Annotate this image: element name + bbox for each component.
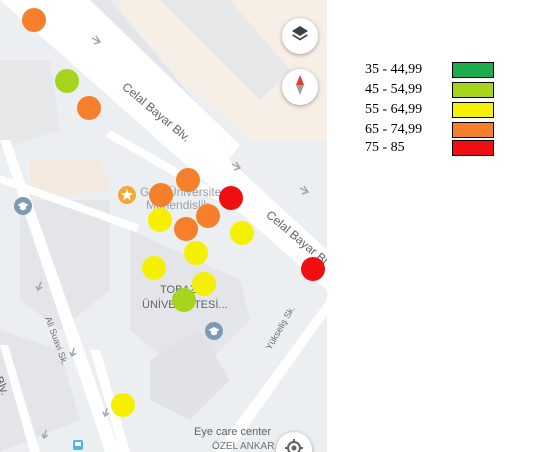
legend-row: 75 - 85 [365, 140, 505, 156]
legend-row: 55 - 64,99 [365, 102, 505, 118]
layers-button[interactable] [282, 18, 318, 54]
legend-label: 45 - 54,99 [365, 82, 423, 97]
legend-row: 35 - 44,99 [365, 62, 505, 78]
measurement-point[interactable] [77, 96, 101, 120]
legend-swatch [452, 122, 494, 138]
measurement-point[interactable] [301, 257, 325, 281]
bus-stop-icon [72, 438, 84, 452]
measurement-point[interactable] [142, 256, 166, 280]
legend-swatch [452, 62, 494, 78]
poi-eye-care-line2: ÖZEL ANKAR [212, 441, 275, 452]
legend-label: 35 - 44,99 [365, 62, 423, 77]
legend-swatch [452, 140, 494, 156]
star-icon [118, 186, 136, 209]
measurement-point[interactable] [192, 272, 216, 296]
measurement-point[interactable] [219, 186, 243, 210]
school-icon-campus [205, 322, 223, 345]
school-icon [14, 197, 32, 220]
legend-swatch [452, 102, 494, 118]
measurement-point[interactable] [111, 393, 135, 417]
poi-eye-care-line1: Eye care center [194, 426, 272, 438]
legend-label: 75 - 85 [365, 140, 405, 155]
compass-button[interactable] [282, 69, 318, 105]
measurement-point[interactable] [230, 221, 254, 245]
measurement-point[interactable] [174, 217, 198, 241]
measurement-point[interactable] [55, 69, 79, 93]
measurement-point[interactable] [22, 8, 46, 32]
legend-label: 65 - 74,99 [365, 122, 423, 137]
measurement-point[interactable] [196, 204, 220, 228]
legend-label: 55 - 64,99 [365, 102, 423, 117]
measurement-point[interactable] [184, 241, 208, 265]
legend-row: 65 - 74,99 [365, 122, 505, 138]
measurement-point[interactable] [149, 183, 173, 207]
measurement-point[interactable] [172, 288, 196, 312]
compass-icon [292, 74, 308, 101]
legend-row: 45 - 54,99 [365, 82, 505, 98]
measurement-point[interactable] [176, 168, 200, 192]
measurement-point[interactable] [148, 208, 172, 232]
layers-icon [290, 24, 310, 49]
my-location-icon [284, 438, 304, 452]
legend-swatch [452, 82, 494, 98]
map-view[interactable]: Celal Bayar Blv. Celal Bayar Bl Blv. Ali… [0, 0, 327, 452]
